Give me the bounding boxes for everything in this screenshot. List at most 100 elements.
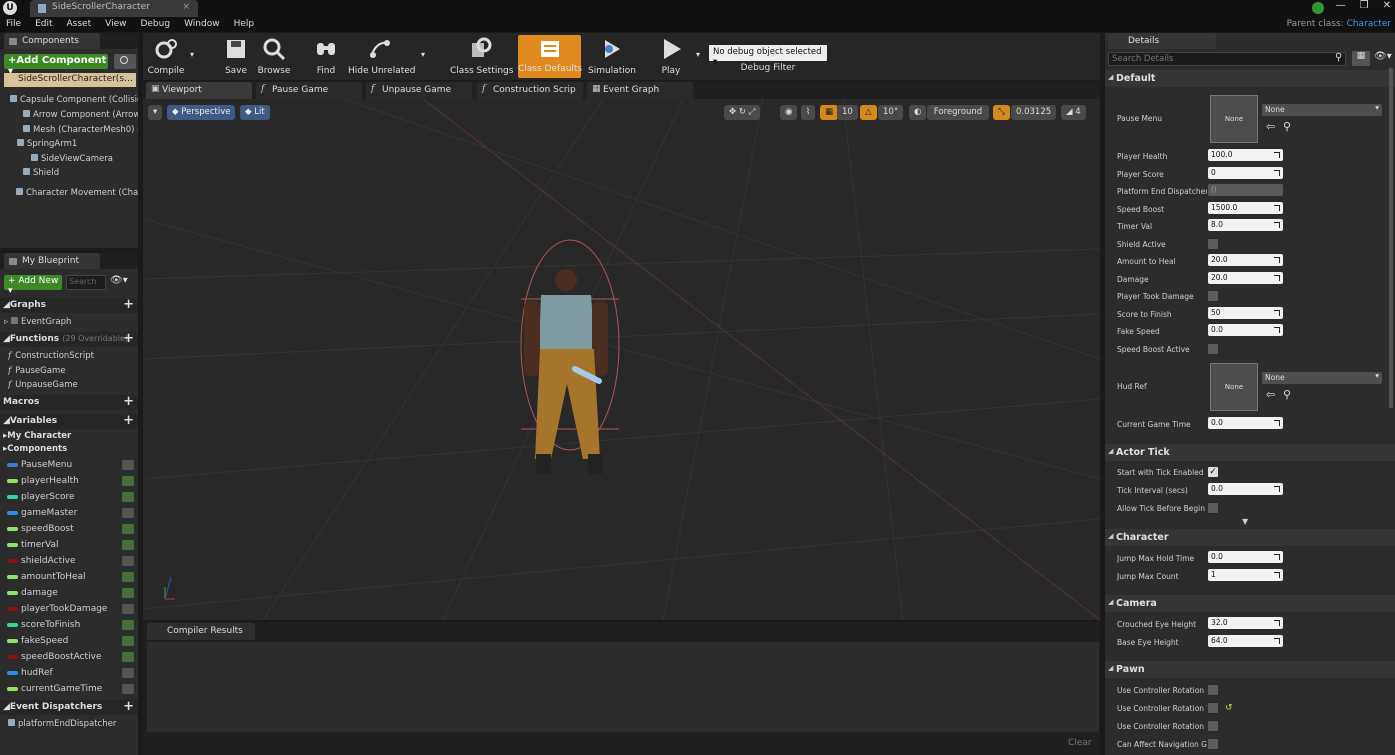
details-scrollbar[interactable] [1389,68,1393,408]
component-root-self[interactable]: SideScrollerCharacter(self) [4,73,136,87]
save-button[interactable]: Save [219,33,253,80]
hide-unrelated-dropdown-icon[interactable]: ▾ [421,50,425,59]
maximize-icon[interactable]: ❐ [1360,0,1369,17]
play-dropdown-icon[interactable]: ▾ [696,50,700,59]
visibility-eye-icon[interactable] [122,684,134,694]
details-section-default[interactable]: ◢ Default [1105,70,1395,87]
use-selected-arrow-icon[interactable]: ⇦ [1266,120,1275,133]
details-section-pawn[interactable]: ◢ Pawn [1105,661,1395,678]
value-field[interactable]: 20.0 [1208,254,1283,266]
value-field[interactable]: 64.0 [1208,635,1283,647]
close-window-icon[interactable]: ✕ [1383,0,1391,17]
category-my-character[interactable]: ▸My Character [3,431,71,441]
checkbox[interactable] [1208,685,1218,695]
variable-item[interactable]: gameMaster [0,505,138,521]
function-item-pausegame[interactable]: f PauseGame [8,364,134,378]
details-search-input[interactable]: Search Details [1108,52,1346,66]
browse-search-icon[interactable]: ⚲ [1283,388,1291,401]
checkbox[interactable] [1208,503,1218,513]
add-dispatcher-icon[interactable]: + [123,700,134,714]
tab-viewport[interactable]: ▣ Viewport [146,82,252,99]
variable-item[interactable]: hudRef [0,665,138,681]
world-local-toggle-icon[interactable]: ◉ [780,105,798,120]
find-button[interactable]: Find [309,33,343,80]
section-event-dispatchers[interactable]: ◢Event Dispatchers + [0,700,138,715]
variable-item[interactable]: shieldActive [0,553,138,569]
variable-item[interactable]: playerTookDamage [0,601,138,617]
value-field[interactable]: 1 [1208,569,1283,581]
compiler-results-tab[interactable]: Compiler Results [147,623,255,640]
visibility-eye-icon[interactable] [122,508,134,518]
components-tab[interactable]: Components [4,33,100,49]
section-graphs[interactable]: ◢Graphs + [0,298,138,313]
dispatcher-item[interactable]: platformEndDispatcher [8,717,136,731]
use-selected-arrow-icon[interactable]: ⇦ [1266,388,1275,401]
value-field[interactable]: 0 [1208,167,1283,179]
visibility-eye-icon[interactable] [122,604,134,614]
add-new-button[interactable]: + Add New ▾ [4,275,62,296]
transform-tools[interactable]: ✥ ↻ ⤢ [724,105,761,120]
view-options-icon[interactable]: 👁▾ [1374,51,1392,62]
camera-speed-button[interactable]: ◢ 4 [1061,105,1086,120]
function-item-constructionscript[interactable]: f ConstructionScript [8,349,134,363]
visibility-eye-icon[interactable] [122,636,134,646]
perspective-button[interactable]: ◆ Perspective [167,105,236,120]
section-functions[interactable]: ◢Functions (29 Overridable) + [0,332,138,347]
clear-button[interactable]: Clear [1068,738,1092,748]
checkbox[interactable] [1208,239,1218,249]
category-components[interactable]: ▸Components [3,444,67,454]
variable-item[interactable]: amountToHeal [0,569,138,585]
visibility-eye-icon[interactable] [122,652,134,662]
menu-edit[interactable]: Edit [35,17,52,32]
value-field[interactable]: 100.0 [1208,149,1283,161]
value-field[interactable]: 1500.0 [1208,202,1283,214]
scale-snap-toggle-icon[interactable]: ⤡ [993,105,1010,120]
details-tab[interactable]: Details [1108,33,1216,49]
menu-help[interactable]: Help [234,17,255,32]
value-field[interactable]: 0.0 [1208,324,1283,336]
compile-dropdown-icon[interactable]: ▾ [190,50,194,59]
surface-snap-icon[interactable]: ⌇ [801,105,816,120]
component-character-movement[interactable]: Character Movement (CharMoveComp) [16,186,138,200]
value-field[interactable]: 0.0 [1208,483,1283,495]
menu-debug[interactable]: Debug [140,17,170,32]
visibility-eye-icon[interactable] [122,572,134,582]
scale-snap-value[interactable]: 0.03125 [1011,105,1057,120]
details-section-actor-tick[interactable]: ◢ Actor Tick [1105,444,1395,461]
variable-item[interactable]: speedBoost [0,521,138,537]
viewport[interactable]: ▾ ◆ Perspective ◆ Lit ✥ ↻ ⤢ ◉ ⌇ ▦ 10 △ 1… [143,99,1100,620]
browse-button[interactable]: Browse [256,33,292,80]
variable-item[interactable]: playerScore [0,489,138,505]
tab-unpause-game[interactable]: f Unpause Game [366,82,472,99]
section-macros[interactable]: Macros + [0,395,138,410]
hud-ref-asset-picker[interactable]: None [1262,371,1382,384]
close-tab-icon[interactable]: × [182,2,190,12]
add-component-button[interactable]: +Add Component ▾ [4,54,108,77]
visibility-eye-icon[interactable] [122,540,134,550]
my-blueprint-tab[interactable]: My Blueprint [4,253,100,269]
details-section-character[interactable]: ◢ Character [1105,529,1395,546]
section-variables[interactable]: ◢Variables + [0,414,138,429]
reset-to-default-icon[interactable]: ↺ [1225,703,1233,713]
foreground-layer-button[interactable]: Foreground [927,105,989,120]
add-graph-icon[interactable]: + [123,298,134,312]
component-mesh[interactable]: Mesh (CharacterMesh0) (Inherited) [23,123,138,137]
visibility-eye-icon[interactable] [122,476,134,486]
menu-view[interactable]: View [105,17,126,32]
simulation-button[interactable]: Simulation [588,33,636,80]
grid-snap-toggle-icon[interactable]: ▦ [820,105,839,120]
checkbox[interactable]: ✓ [1208,467,1218,477]
debug-object-select[interactable]: No debug object selected ▾ [709,45,827,67]
document-tab[interactable]: SideScrollerCharacter × [30,0,198,17]
component-capsule[interactable]: Capsule Component (CollisionCylinder) [10,93,138,107]
grid-snap-value[interactable]: 10 [837,105,858,120]
variable-item[interactable]: currentGameTime [0,681,138,697]
tab-construction-script[interactable]: f Construction Scrip [477,82,583,99]
tab-pause-game[interactable]: f Pause Game [256,82,362,99]
visibility-eye-icon[interactable] [122,524,134,534]
checkbox[interactable] [1208,739,1218,749]
play-button[interactable]: Play [652,33,690,80]
rotation-snap-value[interactable]: 10° [878,105,904,120]
minimize-icon[interactable]: — [1336,0,1346,17]
viewport-options-button[interactable]: ▾ [148,105,163,120]
